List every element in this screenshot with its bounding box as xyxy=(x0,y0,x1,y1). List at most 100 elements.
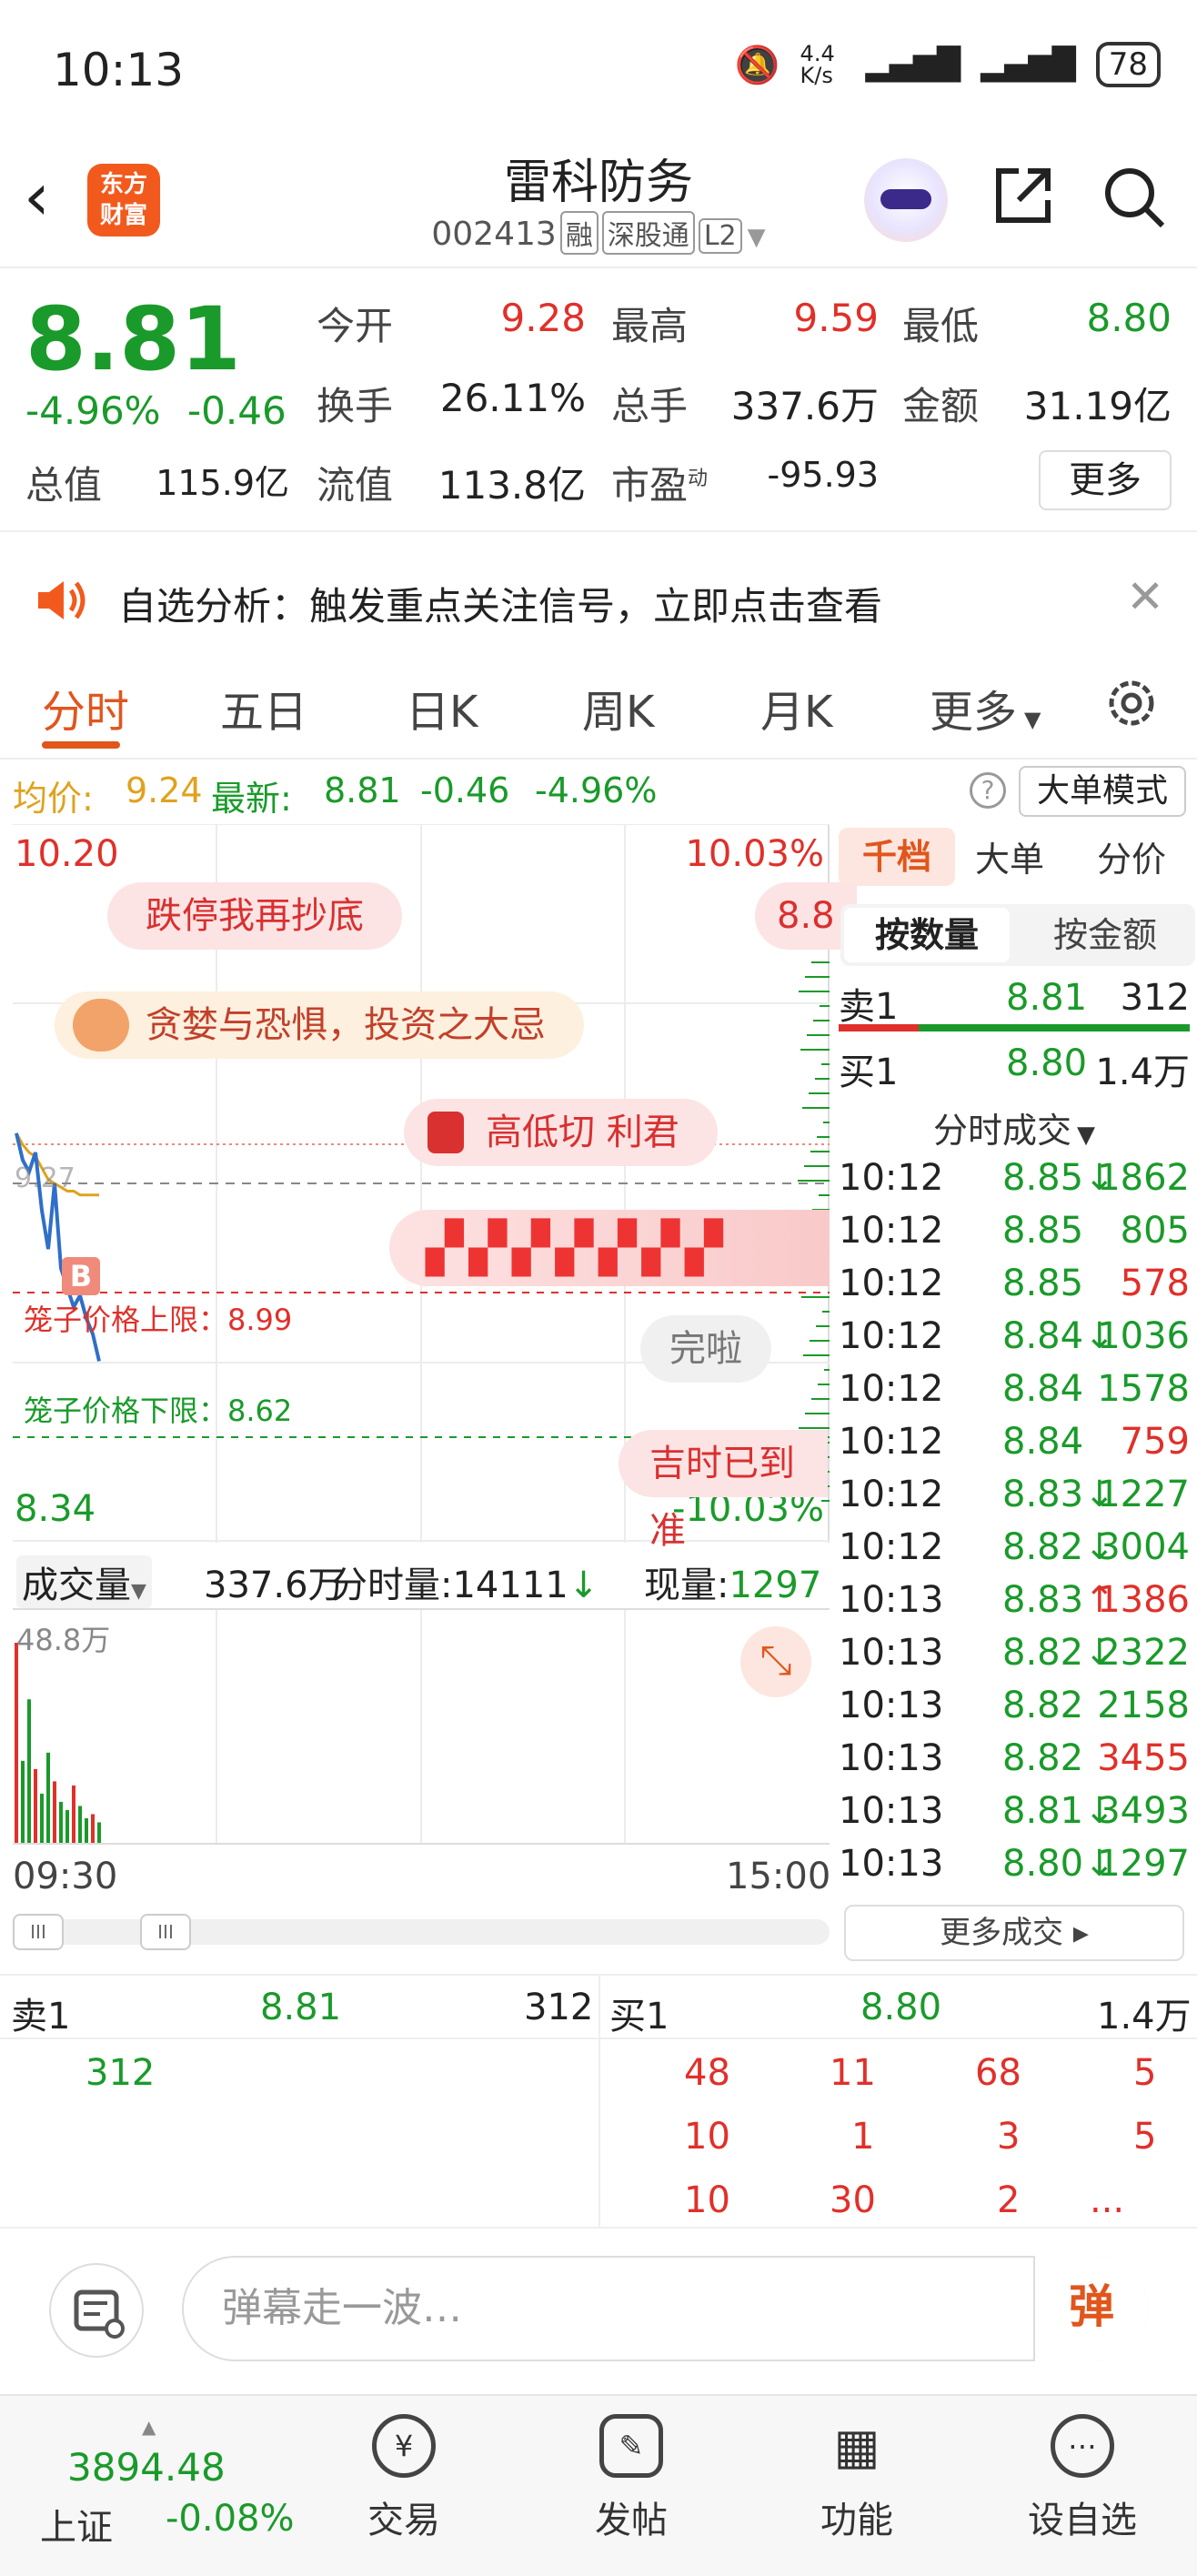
avg-label: 均价: xyxy=(13,779,94,819)
low-value: 8.80 xyxy=(1086,296,1172,340)
nav-post[interactable]: ✎ 发帖 xyxy=(549,2414,713,2543)
book-bid-price: 8.80 xyxy=(860,1987,942,2028)
book-bid-qty: 1.4万 xyxy=(1097,1996,1192,2038)
abs-change: -0.46 xyxy=(187,388,287,433)
book-ask-price: 8.81 xyxy=(260,1987,342,2028)
big-order-mode-button[interactable]: 大单模式 xyxy=(1019,766,1186,817)
expand-icon[interactable]: ⤡ xyxy=(740,1626,811,1697)
signal-icon-2: ▂▄▆█ xyxy=(981,46,1076,83)
nav-add-watchlist[interactable]: ⋯ 设自选 xyxy=(1001,2414,1164,2543)
current-vol: 现量:1297 xyxy=(644,1565,822,1606)
danmu-bubble-5[interactable]: 吉时已到准 xyxy=(619,1430,828,1552)
tick-qty: 3493 xyxy=(1097,1790,1190,1832)
stock-header: ‹ 东方 财富 雷科防务 002413 融深股通 L2 ▼ xyxy=(0,136,1197,268)
nav-trade[interactable]: ¥ 交易 xyxy=(322,2414,486,2543)
notice-bar[interactable]: 自选分析：触发重点关注信号，立即点击查看 ✕ xyxy=(0,550,1197,650)
tab-big-order[interactable]: 大单 xyxy=(975,831,1044,881)
more-ticks-button[interactable]: 更多成交 ▸ xyxy=(844,1905,1184,1961)
chevron-down-icon: ▼ xyxy=(747,224,766,251)
volume-selector[interactable]: 成交量▼ xyxy=(16,1555,152,1608)
settings-icon[interactable] xyxy=(1102,674,1161,732)
tick-time: 10:13 xyxy=(839,1843,944,1885)
pe-value: -95.93 xyxy=(767,455,880,495)
volume-chart[interactable]: 48.8万 ⤡ xyxy=(13,1608,830,1845)
danmu-settings-icon[interactable] xyxy=(49,2263,144,2358)
tick-qty: 1036 xyxy=(1097,1315,1190,1357)
tab-depth[interactable]: 千档 xyxy=(839,828,955,886)
tick-qty: 2322 xyxy=(1097,1632,1190,1674)
tab-weekly-k[interactable]: 周K xyxy=(582,676,654,740)
ask1-qty: 312 xyxy=(1120,977,1190,1019)
tick-qty: 1862 xyxy=(1097,1157,1190,1199)
pe-cell: 市盈动 -95.93 xyxy=(611,455,880,508)
order-tabs: 千档 大单 分价 xyxy=(839,824,1193,888)
volume-bar xyxy=(40,1793,44,1843)
latest-change: -0.46 xyxy=(420,770,510,810)
order-panel: 千档 大单 分价 按数量 按金额 卖1 8.81 312 买1 8.80 1.4… xyxy=(831,824,1197,1961)
last-price: 8.81 xyxy=(25,288,241,390)
tab-five-day[interactable]: 五日 xyxy=(220,676,307,740)
search-icon[interactable] xyxy=(1101,164,1168,231)
tab-more[interactable]: 更多 ▼ xyxy=(930,676,1041,740)
by-quantity-button[interactable]: 按数量 xyxy=(844,908,1010,962)
chart-mid-price: 9.27 xyxy=(15,1162,75,1194)
volume-bar xyxy=(15,1643,18,1843)
bid-queue-item: 1 xyxy=(851,2116,875,2158)
tick-time: 10:12 xyxy=(839,1157,944,1199)
tab-monthly-k[interactable]: 月K xyxy=(760,676,832,740)
danmu-bubble-1[interactable]: 跌停我再抄底 xyxy=(107,882,402,950)
tick-price: 8.84 xyxy=(1002,1421,1084,1463)
cow-icon xyxy=(73,999,129,1052)
open-value: 9.28 xyxy=(500,296,586,340)
index-up-caret: ▲ xyxy=(142,2416,156,2438)
tick-row: 10:13 8.83 ↑ 1386 xyxy=(839,1579,1190,1630)
more-button[interactable]: 更多 xyxy=(1039,450,1172,510)
tick-price: 8.81 xyxy=(1002,1790,1084,1832)
chart-tabs: 分时 五日 日K 周K 月K 更多 ▼ xyxy=(0,650,1197,760)
scroll-handle-right[interactable]: III xyxy=(140,1914,191,1950)
tick-row: 10:12 8.82 ↓ 3004 xyxy=(839,1526,1190,1577)
bid-queue-item: 2 xyxy=(997,2179,1021,2221)
tick-price: 8.84 xyxy=(1002,1315,1084,1357)
buy-marker[interactable]: B xyxy=(62,1257,100,1295)
bid-queue-item: 3 xyxy=(997,2116,1021,2158)
amount-value: 31.19亿 xyxy=(1023,384,1172,428)
help-icon[interactable]: ? xyxy=(970,772,1006,809)
tick-price: 8.82 xyxy=(1002,1685,1084,1726)
status-bar: 10:13 🔕 4.4 K/s ▂▄▆█ ▂▄▆█ 78 xyxy=(0,0,1197,136)
book-header-line xyxy=(0,2038,1197,2039)
firecracker-icon xyxy=(428,1112,464,1153)
volume-bar xyxy=(78,1806,82,1843)
upper-limit-value: 8.99 xyxy=(227,1303,293,1337)
caret-down-icon: ▼ xyxy=(1077,1122,1095,1149)
danmu-bubble-3[interactable]: 高低切 利君 xyxy=(404,1099,718,1166)
index-ticker[interactable]: ▲ 3894.48 上证 -0.08% xyxy=(27,2416,318,2554)
by-amount-button[interactable]: 按金额 xyxy=(1019,908,1192,962)
danmu-input[interactable]: 弹幕走一波… xyxy=(182,2256,1148,2361)
bid-queue-item: 10 xyxy=(684,2116,730,2158)
ai-assistant-icon[interactable] xyxy=(864,158,948,242)
grid-icon: ▦ xyxy=(833,2417,880,2475)
tab-price-dist[interactable]: 分价 xyxy=(1097,831,1166,881)
danmu-bubble-4[interactable]: 完啦 xyxy=(640,1315,771,1383)
time-scrollbar[interactable]: III III xyxy=(13,1914,830,1950)
index-pct: -0.08% xyxy=(166,2498,295,2540)
tick-time: 10:12 xyxy=(839,1421,944,1463)
bottom-nav: ▲ 3894.48 上证 -0.08% ¥ 交易 ✎ 发帖 ▦ 功能 ⋯ 设自选 xyxy=(0,2394,1197,2576)
tab-intraday[interactable]: 分时 xyxy=(42,676,129,740)
ticks-header[interactable]: 分时成交 ▼ xyxy=(831,1102,1197,1152)
tick-price: 8.83 xyxy=(1002,1579,1084,1621)
share-icon[interactable] xyxy=(991,164,1055,227)
nav-functions[interactable]: ▦ 功能 xyxy=(775,2414,939,2543)
tick-row: 10:13 8.80 ↓ 1297 xyxy=(839,1843,1190,1894)
tab-daily-k[interactable]: 日K xyxy=(406,676,478,740)
tick-qty: 1386 xyxy=(1097,1579,1190,1621)
tick-price: 8.85 xyxy=(1002,1263,1084,1304)
danmu-bubble-2[interactable]: 贪婪与恐惧，投资之大忌 xyxy=(55,991,584,1059)
intraday-chart[interactable]: 10.20 10.03% 8.34 -10.03% 9.27 跌停我再抄底 贪婪… xyxy=(13,824,857,1552)
danmu-send-button[interactable]: 弹 xyxy=(1033,2256,1148,2361)
close-icon[interactable]: ✕ xyxy=(1126,570,1164,623)
tick-price: 8.85 xyxy=(1002,1157,1084,1199)
volume-chart-svg xyxy=(15,1610,626,1843)
scroll-handle-left[interactable]: III xyxy=(13,1914,64,1950)
